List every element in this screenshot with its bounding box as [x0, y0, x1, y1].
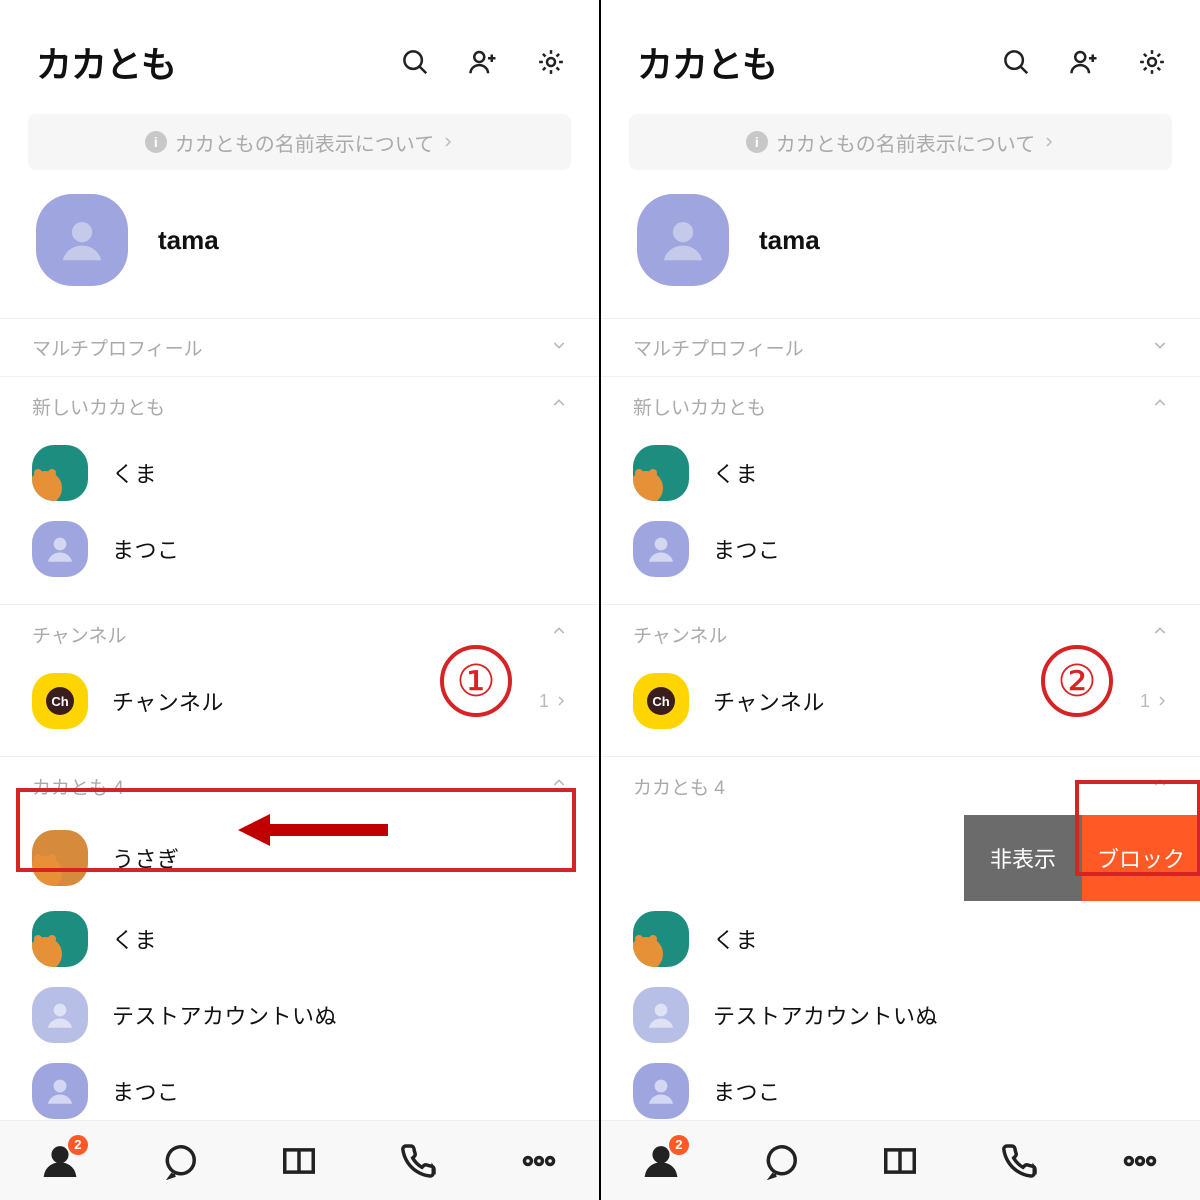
- page-title: カカとも: [637, 36, 998, 88]
- friend-name: まつこ: [112, 1075, 180, 1107]
- info-banner-text: カカともの名前表示について: [175, 128, 434, 157]
- friend-row[interactable]: まつこ: [601, 1053, 1200, 1129]
- swipe-hide-button[interactable]: 非表示: [964, 815, 1082, 901]
- info-icon: i: [145, 131, 167, 153]
- header-actions: [397, 44, 569, 80]
- friend-row[interactable]: まつこ: [0, 511, 599, 587]
- friend-name: テストアカウントいぬ: [713, 999, 938, 1031]
- gear-icon[interactable]: [1134, 44, 1170, 80]
- channel-count: 1: [1140, 691, 1150, 712]
- avatar: [633, 911, 689, 967]
- gear-icon[interactable]: [533, 44, 569, 80]
- section-new-friends[interactable]: 新しいカカとも: [601, 377, 1200, 435]
- friend-row[interactable]: くま: [601, 901, 1200, 977]
- friend-row[interactable]: くま: [601, 435, 1200, 511]
- info-banner-text: カカともの名前表示について: [776, 128, 1035, 157]
- avatar: [32, 445, 88, 501]
- friend-name: くま: [713, 923, 758, 955]
- screenshot-left: カカとも i カカともの名前表示について tama マルチプロフィール: [0, 0, 599, 1200]
- friend-name: まつこ: [713, 533, 781, 565]
- tab-bar: 2: [601, 1120, 1200, 1200]
- tab-calls[interactable]: [988, 1137, 1052, 1185]
- friend-row[interactable]: まつこ: [0, 1053, 599, 1129]
- tab-chats[interactable]: [749, 1137, 813, 1185]
- screenshot-right: カカとも i カカともの名前表示について tama マルチプロフィール: [601, 0, 1200, 1200]
- annotation-step-1: ①: [440, 645, 512, 717]
- avatar: [633, 1063, 689, 1119]
- avatar: [633, 445, 689, 501]
- section-new-friends[interactable]: 新しいカカとも: [0, 377, 599, 435]
- channel-icon: Ch: [633, 673, 689, 729]
- add-friend-icon[interactable]: [465, 44, 501, 80]
- channel-name: チャンネル: [112, 685, 224, 717]
- search-icon[interactable]: [998, 44, 1034, 80]
- chevron-right-icon: [1156, 695, 1168, 707]
- avatar: [32, 521, 88, 577]
- section-multi-profile[interactable]: マルチプロフィール: [601, 319, 1200, 377]
- avatar: [32, 911, 88, 967]
- chevron-down-icon: [551, 337, 567, 359]
- header: カカとも: [601, 0, 1200, 114]
- annotation-step-2: ②: [1041, 645, 1113, 717]
- tab-friends[interactable]: 2: [28, 1137, 92, 1185]
- friend-list: マルチプロフィール 新しいカカとも くま まつこ チャンネル Ch チャンネル …: [0, 319, 599, 1200]
- my-profile-row[interactable]: tama: [601, 180, 1200, 319]
- avatar: [633, 521, 689, 577]
- info-banner[interactable]: i カカともの名前表示について: [629, 114, 1172, 170]
- channel-name: チャンネル: [713, 685, 825, 717]
- friend-row[interactable]: テストアカウントいぬ: [0, 977, 599, 1053]
- friend-name: くま: [112, 457, 157, 489]
- section-channel[interactable]: チャンネル: [0, 605, 599, 663]
- chevron-up-icon: [1152, 395, 1168, 417]
- info-banner[interactable]: i カカともの名前表示について: [28, 114, 571, 170]
- avatar: [36, 194, 128, 286]
- tab-view[interactable]: [267, 1137, 331, 1185]
- avatar: [637, 194, 729, 286]
- my-name: tama: [759, 225, 820, 256]
- friend-name: まつこ: [112, 533, 180, 565]
- info-icon: i: [746, 131, 768, 153]
- tab-more[interactable]: [1108, 1137, 1172, 1185]
- chevron-up-icon: [551, 623, 567, 645]
- friend-name: テストアカウントいぬ: [112, 999, 337, 1031]
- section-channel[interactable]: チャンネル: [601, 605, 1200, 663]
- friend-name: まつこ: [713, 1075, 781, 1107]
- chevron-down-icon: [1152, 337, 1168, 359]
- tab-badge: 2: [68, 1135, 88, 1155]
- channel-count: 1: [539, 691, 549, 712]
- friend-row[interactable]: くま: [0, 901, 599, 977]
- friend-row[interactable]: まつこ: [601, 511, 1200, 587]
- my-name: tama: [158, 225, 219, 256]
- tab-badge: 2: [669, 1135, 689, 1155]
- tab-friends[interactable]: 2: [629, 1137, 693, 1185]
- tab-chats[interactable]: [148, 1137, 212, 1185]
- friend-row[interactable]: くま: [0, 435, 599, 511]
- avatar: [633, 987, 689, 1043]
- avatar: [32, 1063, 88, 1119]
- tab-bar: 2: [0, 1120, 599, 1200]
- my-profile-row[interactable]: tama: [0, 180, 599, 319]
- friend-list: マルチプロフィール 新しいカカとも くま まつこ チャンネル Ch チャンネル …: [601, 319, 1200, 1200]
- friend-name: くま: [713, 457, 758, 489]
- page-title: カカとも: [36, 36, 397, 88]
- section-multi-profile[interactable]: マルチプロフィール: [0, 319, 599, 377]
- header: カカとも: [0, 0, 599, 114]
- friend-name: くま: [112, 923, 157, 955]
- header-actions: [998, 44, 1170, 80]
- add-friend-icon[interactable]: [1066, 44, 1102, 80]
- channel-icon: Ch: [32, 673, 88, 729]
- chevron-up-icon: [551, 395, 567, 417]
- annotation-arrow-left: [238, 814, 388, 846]
- friend-row[interactable]: テストアカウントいぬ: [601, 977, 1200, 1053]
- avatar: [32, 987, 88, 1043]
- chevron-right-icon: [555, 695, 567, 707]
- tab-calls[interactable]: [387, 1137, 451, 1185]
- search-icon[interactable]: [397, 44, 433, 80]
- tab-view[interactable]: [868, 1137, 932, 1185]
- chevron-up-icon: [1152, 623, 1168, 645]
- tab-more[interactable]: [507, 1137, 571, 1185]
- annotation-highlight-block: [1075, 780, 1200, 876]
